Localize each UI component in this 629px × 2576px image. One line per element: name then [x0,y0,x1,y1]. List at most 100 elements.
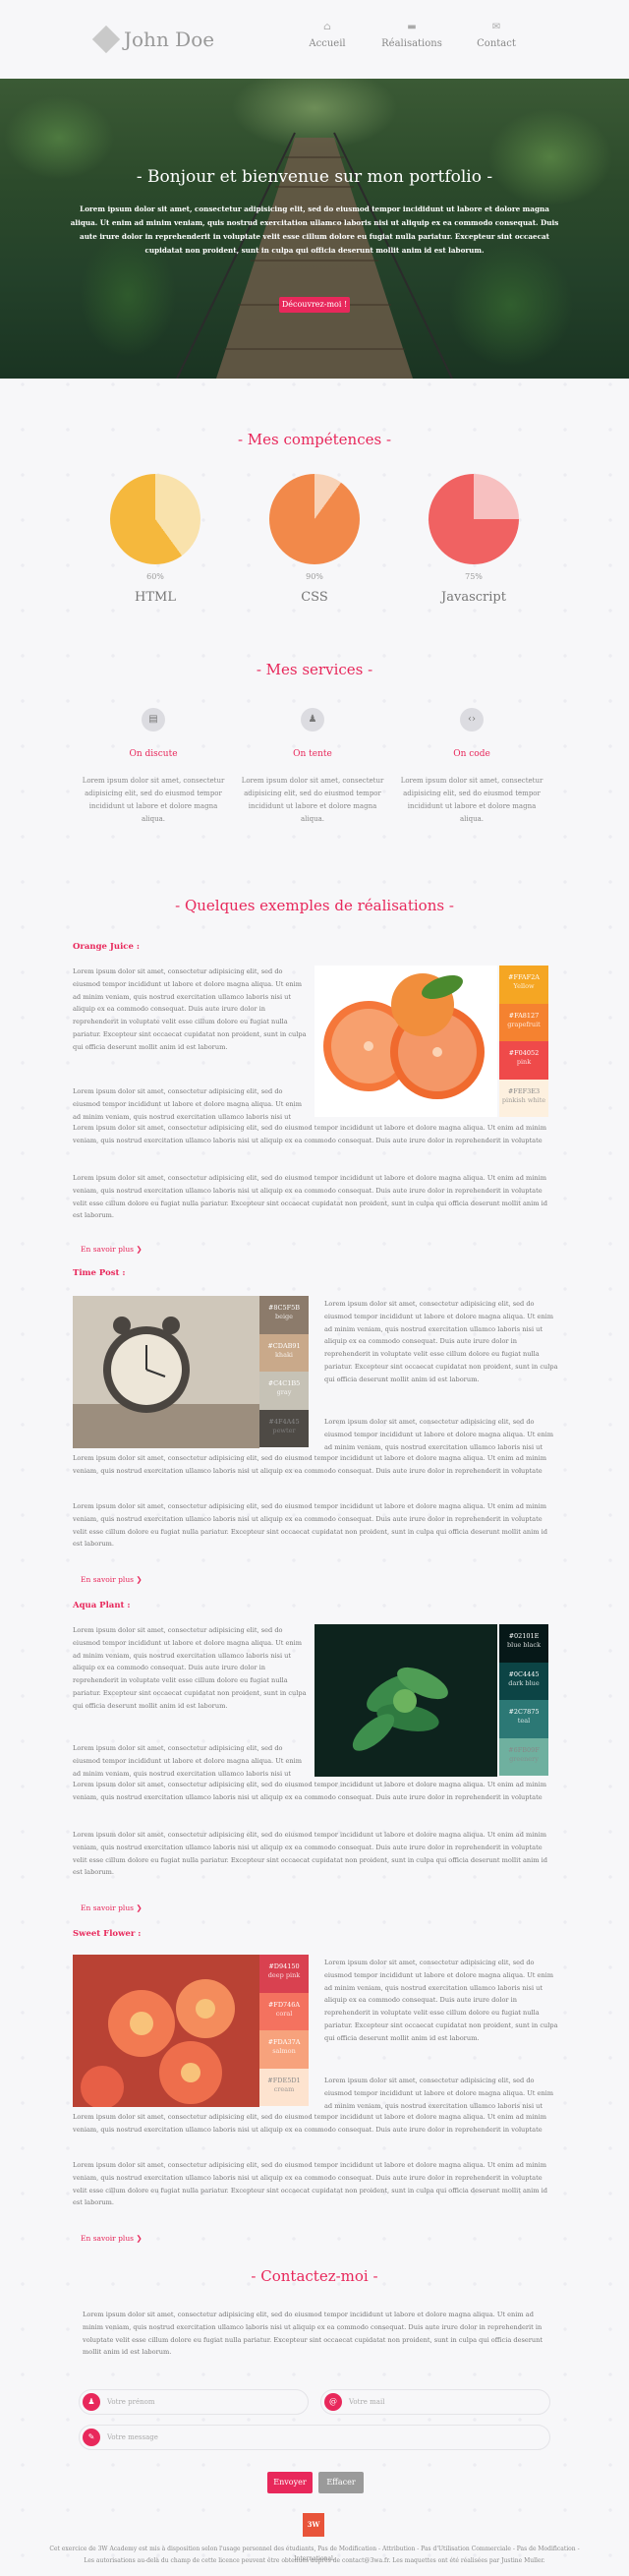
project-text: Lorem ipsum dolor sit amet, consectetur … [73,1454,546,1475]
orange-juice-photo [314,966,497,1117]
site-header: John Doe ⌂ Accueil ▬ Réalisations ✉ Cont… [0,0,629,79]
project-title: Orange Juice : [73,942,140,952]
color-swatch: #D94150 deep pink [259,1955,309,1993]
sweet-flower-photo [73,1955,259,2107]
swatch-name: greenery [509,1754,539,1763]
swatch-name: salmon [272,2047,296,2055]
color-swatch: #F04052 pink [499,1041,548,1080]
swatch-name: teal [517,1717,531,1725]
swatch-name: pinkish white [501,1095,546,1104]
skill-name: HTML [135,590,176,605]
color-swatch: #2C7875 teal [499,1700,548,1738]
swatch-name: deep pink [267,1971,301,1979]
swatch-name: beige [274,1313,294,1320]
color-swatch: #FEF3E3 pinkish white [499,1079,548,1117]
project-text: Lorem ipsum dolor sit amet, consectetur … [73,1831,547,1877]
service-title: On tente [293,749,332,759]
swatch-hex: #0C4445 [508,1669,540,1678]
learn-more-link[interactable]: En savoir plus ❯ [81,1245,143,1254]
3w-academy-logo: 3W [303,2513,324,2537]
swatch-hex: #FFAF2A [508,973,540,981]
project-text: Lorem ipsum dolor sit amet, consectetur … [324,1300,558,1383]
first-name-input[interactable]: ♟ Votre prénom [79,2389,309,2415]
contact-text: Lorem ipsum dolor sit amet, consectetur … [83,2311,543,2357]
project-title: Time Post : [73,1268,126,1278]
contact-title: - Contactez-moi - [251,2267,378,2285]
service-text: Lorem ipsum dolor sit amet, consectetur … [241,777,384,823]
project-text: Lorem ipsum dolor sit amet, consectetur … [73,1174,547,1220]
swatch-hex: #FD746A [267,2000,301,2009]
service-title: On discute [129,749,178,759]
color-swatch: #FD746A coral [259,1992,309,2030]
user-icon: ♟ [301,708,324,732]
footer-credits: Les autorisations au-delà du champ de ce… [84,2557,545,2564]
swatch-hex: #8C5F5B [267,1304,301,1312]
diamond-logo-icon [91,25,121,54]
swatch-hex: #6FB09F [508,1745,540,1754]
color-swatch: #8C5F5B beige [259,1296,309,1334]
email-input[interactable]: @ Votre mail [320,2389,550,2415]
swatch-hex: #FEF3E3 [507,1086,541,1095]
swatch-name: Yellow [513,982,535,990]
project-title: Sweet Flower : [73,1929,142,1939]
learn-more-link[interactable]: En savoir plus ❯ [81,1903,143,1912]
swatch-name: dark blue [508,1678,540,1687]
code-icon: ‹› [460,708,484,732]
at-icon: @ [324,2393,342,2411]
plant-image [314,1624,497,1777]
project-text: Lorem ipsum dolor sit amet, consectetur … [73,1781,546,1801]
swatch-name: grapefruit [507,1020,541,1028]
swatch-hex: #FDE5D1 [267,2076,301,2084]
services-title: - Mes services - [256,661,373,678]
swatch-name: blue black [506,1641,542,1649]
nav-projects[interactable]: ▬ Réalisations [368,22,456,49]
project-text: Lorem ipsum dolor sit amet, consectetur … [73,1502,547,1549]
skill-percent: 60% [146,572,164,581]
project-text: Lorem ipsum dolor sit amet, consectetur … [324,1959,558,2042]
color-swatch: #02101E blue black [499,1624,548,1663]
grapefruit-image [323,973,485,1099]
color-swatch: #6FB09F greenery [499,1737,548,1776]
color-swatch: #4F4A45 pewter [259,1409,309,1447]
project-text: Lorem ipsum dolor sit amet, consectetur … [73,2161,547,2207]
swatch-hex: #CDAB91 [267,1341,301,1350]
discover-button[interactable]: Découvrez-moi ! [279,297,350,313]
message-input[interactable]: ✎ Votre message [79,2425,550,2450]
send-button[interactable]: Envoyer [267,2472,313,2493]
swatch-name: pink [516,1058,532,1066]
chat-icon: ✎ [83,2429,100,2446]
chat-icon: ▤ [142,708,165,732]
skill-percent: 90% [306,572,323,581]
project-title: Aqua Plant : [73,1601,131,1610]
hero-banner: - Bonjour et bienvenue sur mon portfolio… [0,79,629,379]
swatch-name: coral [275,2009,293,2018]
nav-home[interactable]: ⌂ Accueil [283,22,372,49]
color-swatch: #0C4445 dark blue [499,1662,548,1700]
projects-title: - Quelques exemples de réalisations - [175,897,454,914]
clear-button[interactable]: Effacer [318,2472,364,2493]
learn-more-link[interactable]: En savoir plus ❯ [81,2234,143,2243]
swatch-hex: #02101E [508,1632,540,1640]
input-placeholder: Votre mail [349,2398,385,2406]
nav-label: Accueil [309,38,346,49]
project-text: Lorem ipsum dolor sit amet, consectetur … [73,1744,303,1778]
color-swatch: #FFAF2A Yellow [499,966,548,1004]
aqua-plant-photo [314,1624,497,1777]
swatch-hex: #F04052 [508,1049,540,1057]
brand-name[interactable]: John Doe [124,28,214,51]
javascript-skill-pie [429,474,519,564]
project-text: Lorem ipsum dolor sit amet, consectetur … [73,2113,546,2134]
swatch-hex: #D94150 [268,1962,300,1970]
project-text: Lorem ipsum dolor sit amet, consectetur … [324,1418,554,1451]
hero-text: Lorem ipsum dolor sit amet, consectetur … [70,205,559,255]
learn-more-link[interactable]: En savoir plus ❯ [81,1575,143,1584]
nav-contact[interactable]: ✉ Contact [452,22,541,49]
service-text: Lorem ipsum dolor sit amet, consectetur … [400,777,543,823]
project-text: Lorem ipsum dolor sit amet, consectetur … [73,1087,303,1121]
skill-name: CSS [301,590,328,605]
swatch-hex: #2C7875 [508,1708,540,1716]
swatch-hex: #4F4A45 [268,1417,300,1426]
hero-title: - Bonjour et bienvenue sur mon portfolio… [136,167,493,187]
project-text: Lorem ipsum dolor sit amet, consectetur … [73,1626,307,1710]
swatch-hex: #FA8127 [508,1011,540,1020]
